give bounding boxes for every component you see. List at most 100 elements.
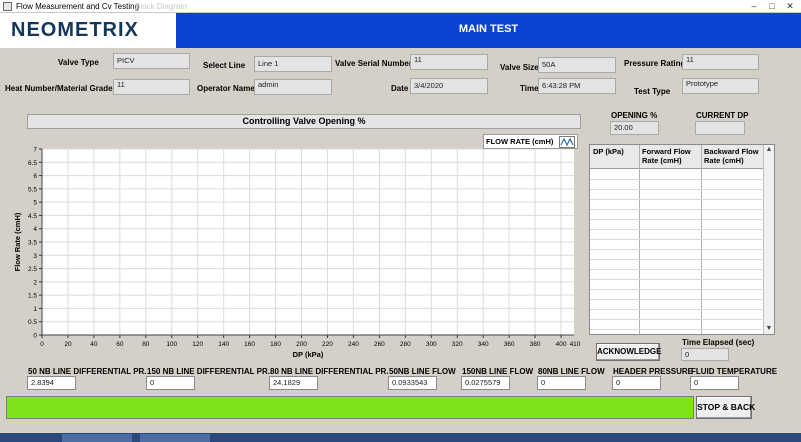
x-axis-title: DP (kPa) — [293, 350, 324, 359]
table-row — [590, 209, 762, 210]
y-tick-label: 0.5 — [28, 319, 37, 326]
heat-number-field[interactable]: 11 — [113, 79, 190, 95]
minimize-icon[interactable]: – — [745, 0, 763, 12]
y-tick-label: 5.5 — [28, 186, 37, 193]
table-scrollbar[interactable]: ▲ ▼ — [763, 145, 774, 334]
y-tick-label: 3 — [33, 253, 37, 260]
x-tick-label: 20 — [64, 341, 72, 348]
date-field[interactable]: 3/4/2020 — [410, 78, 488, 94]
header-pressure-field[interactable]: 0 — [612, 376, 661, 390]
nb50-flow-field[interactable]: 0.0933543 — [388, 376, 437, 390]
operator-name-field[interactable]: admin — [254, 79, 332, 95]
y-tick-label: 6 — [33, 173, 37, 180]
table-row — [590, 319, 762, 320]
table-row — [590, 189, 762, 190]
stop-back-button[interactable]: STOP & BACK — [696, 396, 755, 419]
x-tick-label: 410 — [570, 341, 581, 348]
valve-size-label: Valve Size — [500, 63, 539, 72]
line-plot-icon — [559, 136, 575, 148]
x-tick-label: 0 — [40, 341, 44, 348]
data-table[interactable]: DP (kPa) Forward Flow Rate (cmH) Backwar… — [589, 144, 775, 335]
scroll-down-icon[interactable]: ▼ — [764, 324, 774, 334]
x-tick-label: 40 — [90, 341, 98, 348]
y-tick-label: 7 — [33, 147, 37, 154]
pressure-rating-field[interactable]: 11 — [682, 54, 759, 70]
table-row — [590, 299, 762, 300]
table-row — [590, 269, 762, 270]
scroll-up-icon[interactable]: ▲ — [764, 145, 774, 155]
chart-legend[interactable]: FLOW RATE (cmH) — [483, 134, 578, 149]
table-row — [590, 219, 762, 220]
time-label: Time — [520, 84, 539, 93]
x-tick-label: 60 — [116, 341, 124, 348]
valve-size-field[interactable]: 50A — [538, 57, 616, 73]
y-tick-label: 1.5 — [28, 293, 37, 300]
opening-percent-label: OPENING % — [611, 111, 658, 120]
nb150-dp-field[interactable]: 0 — [146, 376, 195, 390]
close-icon[interactable]: ✕ — [781, 0, 799, 12]
y-tick-label: 2.5 — [28, 266, 37, 273]
select-line-field[interactable]: Line 1 — [254, 56, 332, 72]
fluid-temperature-field[interactable]: 0 — [690, 376, 739, 390]
nb80-dp-field[interactable]: 24.1829 — [269, 376, 318, 390]
test-type-field[interactable]: Prototype — [682, 78, 759, 94]
x-axis-ticks: 0 20 40 60 80 100 120 140 160 180 200 220 240 260 280 3… — [40, 335, 581, 348]
taskbar-item[interactable] — [62, 434, 132, 442]
window-titlebar: Flow Measurement and Cv Testing Block Di… — [0, 0, 801, 13]
test-progress-bar — [6, 396, 694, 419]
x-tick-label: 200 — [296, 341, 307, 348]
x-tick-label: 340 — [478, 341, 489, 348]
opening-percent-field[interactable]: 20.00 — [610, 121, 659, 135]
time-elapsed-field[interactable]: 0 — [681, 348, 729, 361]
y-tick-label: 2 — [33, 279, 37, 286]
table-header-dp: DP (kPa) — [590, 145, 639, 169]
y-axis-title: Flow Rate (cmH) — [13, 212, 22, 271]
y-tick-label: 0 — [33, 333, 37, 340]
table-row — [590, 179, 762, 180]
nb50-dp-field[interactable]: 2.8394 — [27, 376, 76, 390]
taskbar-item[interactable] — [140, 434, 210, 442]
x-tick-label: 400 — [556, 341, 567, 348]
maximize-icon[interactable]: □ — [763, 0, 781, 12]
header-bar: NEOMETRIX MAIN TEST — [0, 13, 801, 48]
y-tick-label: 5 — [33, 200, 37, 207]
acknowledge-button[interactable]: ACKNOWLEDGE — [596, 343, 661, 361]
table-row — [590, 259, 762, 260]
current-dp-field[interactable] — [695, 121, 745, 135]
x-tick-label: 360 — [504, 341, 515, 348]
x-tick-label: 320 — [452, 341, 463, 348]
x-tick-label: 380 — [530, 341, 541, 348]
table-header-backward-flow: Backward Flow Rate (cmH) — [701, 145, 764, 169]
nb80-flow-field[interactable]: 0 — [537, 376, 586, 390]
flow-rate-chart: 0 20 40 60 80 100 120 140 160 180 200 220 240 260 280 3… — [13, 147, 581, 360]
table-header-forward-flow: Forward Flow Rate (cmH) — [639, 145, 701, 169]
legend-label: FLOW RATE (cmH) — [486, 137, 554, 146]
table-row — [590, 289, 762, 290]
window-title: Flow Measurement and Cv Testing — [16, 2, 140, 11]
y-axis-ticks: 0 0.5 1 1.5 2 2.5 3 3.5 4 4.5 5 5.5 6 6.5 7 — [28, 147, 42, 340]
table-row — [590, 329, 762, 330]
x-tick-label: 140 — [218, 341, 229, 348]
y-tick-label: 3.5 — [28, 240, 37, 247]
table-row — [590, 279, 762, 280]
x-tick-label: 300 — [426, 341, 437, 348]
x-tick-label: 100 — [166, 341, 177, 348]
x-tick-label: 240 — [348, 341, 359, 348]
ghost-window-title: Block Diagram — [135, 2, 188, 11]
select-line-label: Select Line — [203, 61, 246, 70]
valve-type-field[interactable]: PICV — [113, 53, 190, 69]
test-type-label: Test Type — [634, 87, 671, 96]
valve-serial-label: Valve Serial Number — [335, 59, 412, 68]
y-tick-label: 4 — [33, 226, 37, 233]
time-elapsed-label: Time Elapsed (sec) — [682, 338, 755, 347]
neometrix-logo: NEOMETRIX — [11, 19, 139, 41]
valve-serial-field[interactable]: 11 — [410, 54, 488, 70]
y-tick-label: 6.5 — [28, 160, 37, 167]
nb150-flow-field[interactable]: 0.0275579 — [461, 376, 510, 390]
logo-box: NEOMETRIX — [0, 13, 176, 48]
heat-number-label: Heat Number/Material Grade — [5, 84, 113, 93]
progress-fill — [7, 397, 693, 418]
time-field[interactable]: 6:43:28 PM — [538, 78, 616, 94]
x-tick-label: 80 — [142, 341, 150, 348]
current-dp-label: CURRENT DP — [696, 111, 749, 120]
